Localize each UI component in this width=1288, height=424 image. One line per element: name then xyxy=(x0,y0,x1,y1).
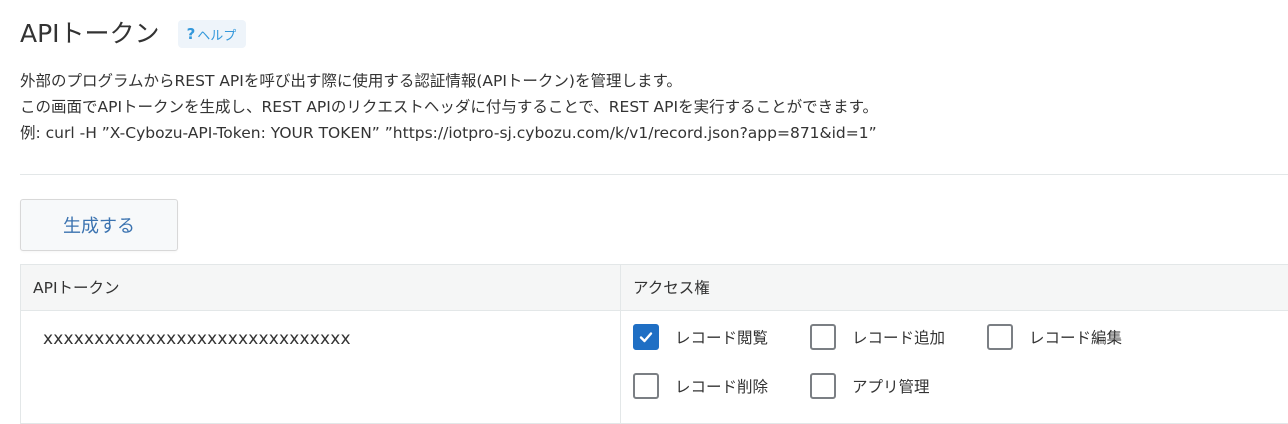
permission-delete-records[interactable]: レコード削除 xyxy=(633,373,768,399)
access-cell: レコード閲覧 レコード追加 レコード編集 レコード削除 アプリ管理 xyxy=(621,311,1288,423)
permission-label: アプリ管理 xyxy=(852,378,930,396)
permission-add-records[interactable]: レコード追加 xyxy=(810,324,945,350)
api-token-value: xxxxxxxxxxxxxxxxxxxxxxxxxxxxxx xyxy=(43,329,351,349)
column-header-token: APIトークン xyxy=(21,265,621,311)
api-token-table: APIトークン アクセス権 xxxxxxxxxxxxxxxxxxxxxxxxxx… xyxy=(20,264,1288,424)
checkbox-edit-records[interactable] xyxy=(987,324,1013,350)
check-icon xyxy=(639,332,653,343)
page-description: 外部のプログラムからREST APIを呼び出す際に使用する認証情報(APIトーク… xyxy=(20,68,878,146)
description-line-2: この画面でAPIトークンを生成し、REST APIのリクエストヘッダに付与するこ… xyxy=(20,98,879,116)
help-link[interactable]: ? ヘルプ xyxy=(177,20,247,48)
token-cell: xxxxxxxxxxxxxxxxxxxxxxxxxxxxxx xyxy=(21,311,621,423)
permission-view-records[interactable]: レコード閲覧 xyxy=(633,324,768,350)
permission-label: レコード削除 xyxy=(675,378,769,396)
checkbox-delete-records[interactable] xyxy=(633,373,659,399)
generate-token-button[interactable]: 生成する xyxy=(20,199,178,251)
section-divider xyxy=(20,174,1288,175)
question-icon: ? xyxy=(186,25,196,43)
permission-label: レコード閲覧 xyxy=(675,329,769,347)
description-line-1: 外部のプログラムからREST APIを呼び出す際に使用する認証情報(APIトーク… xyxy=(20,72,682,90)
checkbox-view-records[interactable] xyxy=(633,324,659,350)
column-header-access: アクセス権 xyxy=(621,265,1288,311)
permission-manage-app[interactable]: アプリ管理 xyxy=(810,373,930,399)
permission-label: レコード編集 xyxy=(1029,329,1123,347)
permission-label: レコード追加 xyxy=(852,329,946,347)
page-header: APIトークン ? ヘルプ xyxy=(20,16,247,52)
api-token-settings-page: APIトークン ? ヘルプ 外部のプログラムからREST APIを呼び出す際に使… xyxy=(0,0,1288,424)
checkbox-manage-app[interactable] xyxy=(810,373,836,399)
checkbox-add-records[interactable] xyxy=(810,324,836,350)
description-example: 例: curl -H ”X-Cybozu-API-Token: YOUR TOK… xyxy=(20,124,877,142)
permission-edit-records[interactable]: レコード編集 xyxy=(987,324,1122,350)
help-label: ヘルプ xyxy=(197,28,237,44)
page-title: APIトークン xyxy=(20,19,160,48)
